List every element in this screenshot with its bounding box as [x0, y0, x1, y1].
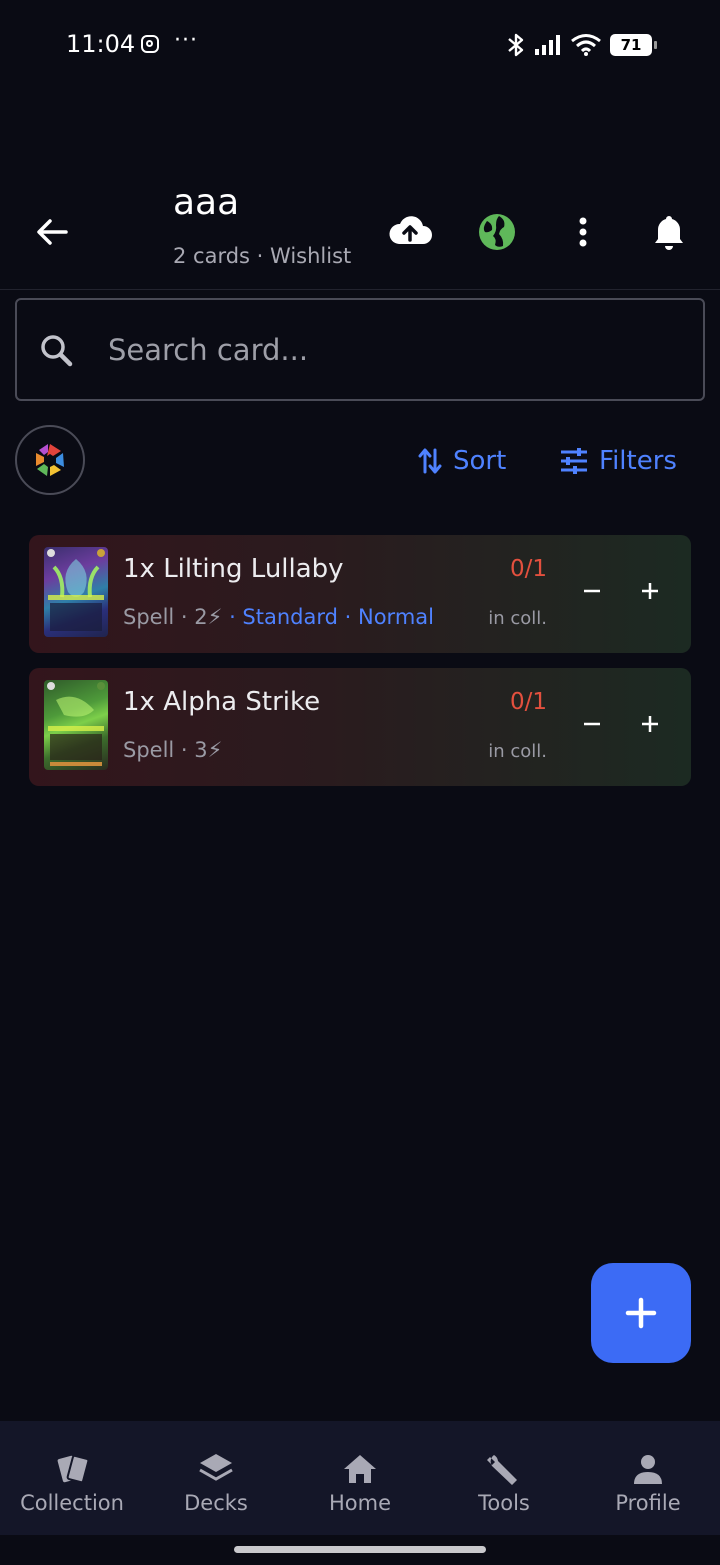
person-icon — [634, 1455, 662, 1484]
bell-icon[interactable] — [645, 208, 693, 256]
card-type: Spell — [123, 605, 175, 629]
wifi-icon — [571, 34, 601, 56]
minus-icon[interactable] — [574, 706, 610, 742]
card-name: 1x Alpha Strike — [123, 687, 321, 717]
nav-label: Decks — [184, 1491, 248, 1515]
filters-button[interactable]: Filters — [559, 441, 677, 481]
collection-count: 0/1 — [509, 689, 547, 715]
nav-item-home[interactable]: Home — [288, 1421, 432, 1535]
nav-label: Home — [328, 1491, 391, 1515]
plus-icon[interactable] — [632, 706, 668, 742]
status-icons: 71 — [506, 33, 657, 57]
cloud-upload-icon[interactable] — [386, 208, 434, 256]
nav-item-profile[interactable]: Profile — [576, 1421, 720, 1535]
cards-icon — [57, 1454, 90, 1484]
status-more-dots: ··· — [174, 28, 198, 53]
sort-icon — [418, 448, 442, 474]
search-input[interactable] — [108, 330, 668, 370]
sort-label: Sort — [453, 446, 507, 476]
card-image — [44, 547, 108, 637]
game-logo-button[interactable] — [15, 425, 85, 495]
nav-item-decks[interactable]: Decks — [144, 1421, 288, 1535]
page-subtitle: 2 cards · Wishlist — [173, 244, 352, 268]
back-button[interactable] — [30, 210, 74, 254]
more-vertical-icon[interactable] — [559, 208, 607, 256]
nav-label: Tools — [478, 1491, 530, 1515]
collection-label: in coll. — [488, 608, 547, 629]
filters-icon — [561, 448, 587, 474]
plus-icon — [625, 1297, 657, 1329]
bluetooth-icon — [508, 33, 524, 57]
nav-item-collection[interactable]: Collection — [0, 1421, 144, 1535]
header-divider — [0, 289, 720, 290]
card-name: 1x Lilting Lullaby — [123, 554, 344, 584]
minus-icon[interactable] — [574, 573, 610, 609]
signal-icon — [535, 35, 560, 55]
card-cost: 2⚡ — [194, 605, 223, 629]
nav-item-tools[interactable]: Tools — [432, 1421, 576, 1535]
nav-label: Collection — [20, 1491, 124, 1515]
card-meta: Spell · 2⚡ · Standard · Normal — [123, 605, 434, 629]
collection-label: in coll. — [488, 741, 547, 762]
bottom-navigation: Collection Decks Home Tools Profile — [0, 1421, 720, 1535]
collection-count: 0/1 — [509, 556, 547, 582]
home-icon — [344, 1455, 376, 1483]
card-tag: Standard — [242, 605, 338, 629]
instagram-icon — [141, 35, 159, 53]
sort-button[interactable]: Sort — [417, 441, 506, 481]
home-indicator — [234, 1546, 486, 1553]
plus-icon[interactable] — [632, 573, 668, 609]
nav-label: Profile — [615, 1491, 681, 1515]
battery-indicator: 71 — [610, 34, 657, 56]
globe-icon[interactable] — [473, 208, 521, 256]
search-icon — [41, 335, 73, 367]
status-time: 11:04 — [66, 30, 136, 58]
wrench-icon — [487, 1455, 517, 1485]
card-tag: Normal — [358, 605, 434, 629]
card-type: Spell — [123, 738, 175, 762]
game-logo-icon — [36, 444, 64, 476]
card-row[interactable]: 1x Lilting Lullaby Spell · 2⚡ · Standard… — [29, 535, 691, 653]
layers-icon — [199, 1454, 233, 1481]
filters-label: Filters — [599, 446, 677, 476]
card-cost: 3⚡ — [194, 738, 223, 762]
card-image — [44, 680, 108, 770]
add-card-button[interactable] — [591, 1263, 691, 1363]
card-meta: Spell · 3⚡ — [123, 738, 223, 762]
card-row[interactable]: 1x Alpha Strike Spell · 3⚡ 0/1 in coll. — [29, 668, 691, 786]
page-title: aaa — [173, 182, 240, 223]
